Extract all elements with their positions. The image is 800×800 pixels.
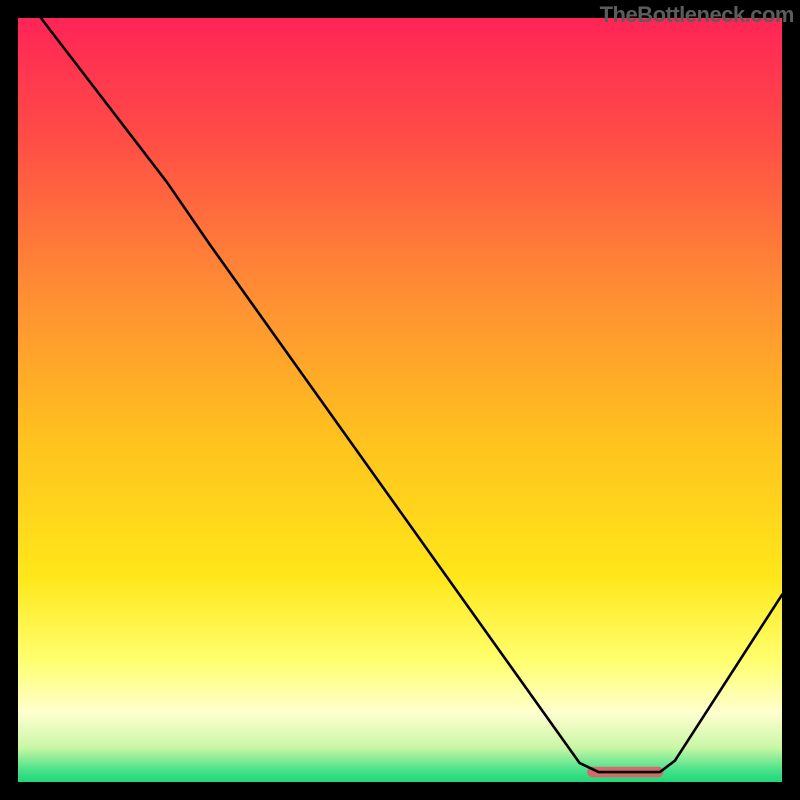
watermark-label: TheBottleneck.com <box>600 2 794 28</box>
curve-layer <box>18 18 782 782</box>
bottleneck-curve <box>41 18 782 772</box>
chart-page: TheBottleneck.com <box>0 0 800 800</box>
plot-area <box>18 18 782 782</box>
